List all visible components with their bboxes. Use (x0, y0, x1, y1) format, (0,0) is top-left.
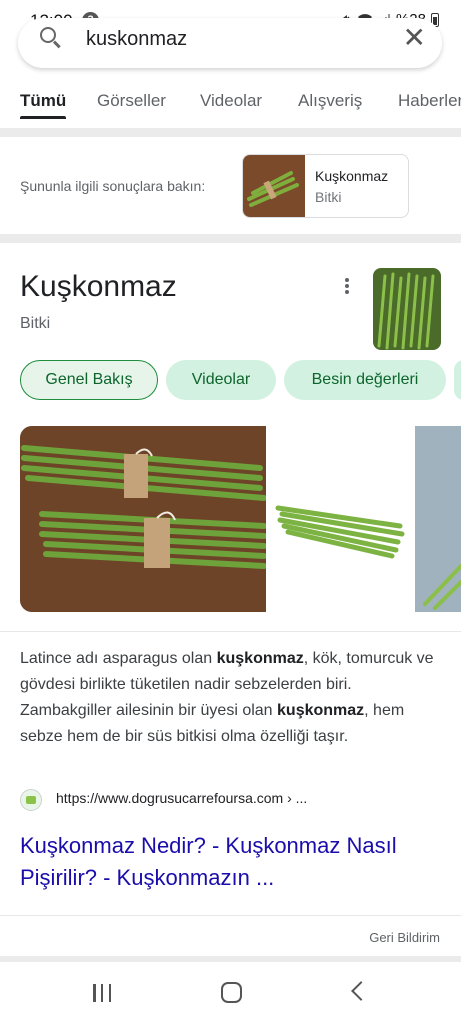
asparagus-thumbnail (243, 155, 305, 217)
related-entity-chip[interactable]: Kuşkonmaz Bitki (242, 154, 409, 218)
tab-images[interactable]: Görseller (97, 91, 166, 111)
related-label: Şununla ilgili sonuçlara bakın: (20, 178, 206, 194)
chip-nutrition[interactable]: Besin değerleri (284, 360, 446, 400)
back-icon[interactable] (351, 981, 371, 1001)
related-chip-subtitle: Bitki (315, 189, 342, 205)
tab-videos[interactable]: Videolar (200, 91, 262, 111)
clear-icon[interactable]: ✕ (403, 24, 426, 52)
chip-more[interactable] (454, 360, 461, 400)
active-tab-indicator (20, 116, 66, 119)
feedback-link[interactable]: Geri Bildirim (369, 930, 440, 945)
asparagus-image-3[interactable] (415, 426, 461, 612)
result-link-title[interactable]: Kuşkonmaz Nedir? - Kuşkonmaz Nasıl Pişir… (20, 830, 440, 894)
home-icon[interactable] (221, 982, 242, 1003)
search-tabs: Tümü Görseller Videolar Alışveriş Haberl… (0, 76, 461, 128)
entity-image[interactable] (373, 268, 441, 350)
divider (0, 915, 461, 916)
entity-description: Latince adı asparagus olan kuşkonmaz, kö… (20, 650, 434, 745)
chip-videos[interactable]: Videolar (166, 360, 276, 400)
entity-subtitle: Bitki (20, 315, 51, 332)
tab-news[interactable]: Haberler (398, 91, 461, 111)
asparagus-image-1[interactable] (20, 426, 266, 612)
tab-all[interactable]: Tümü (20, 91, 66, 111)
more-options-icon[interactable] (340, 276, 354, 298)
search-icon[interactable] (40, 27, 56, 43)
chip-overview[interactable]: Genel Bakış (20, 360, 158, 400)
related-chip-title: Kuşkonmaz (315, 168, 389, 184)
asparagus-image-2[interactable] (272, 426, 411, 612)
entity-title: Kuşkonmaz (20, 270, 177, 303)
search-input[interactable]: kuskonmaz (86, 28, 187, 51)
recents-icon[interactable] (93, 984, 111, 1002)
tab-shopping[interactable]: Alışveriş (298, 91, 362, 111)
search-bar[interactable]: kuskonmaz ✕ (18, 18, 442, 68)
site-favicon (20, 789, 42, 811)
source-url[interactable]: https://www.dogrusucarrefoursa.com › ... (56, 790, 307, 806)
divider (0, 234, 461, 243)
divider (0, 631, 461, 632)
system-nav-bar (0, 962, 461, 1024)
divider (0, 128, 461, 137)
